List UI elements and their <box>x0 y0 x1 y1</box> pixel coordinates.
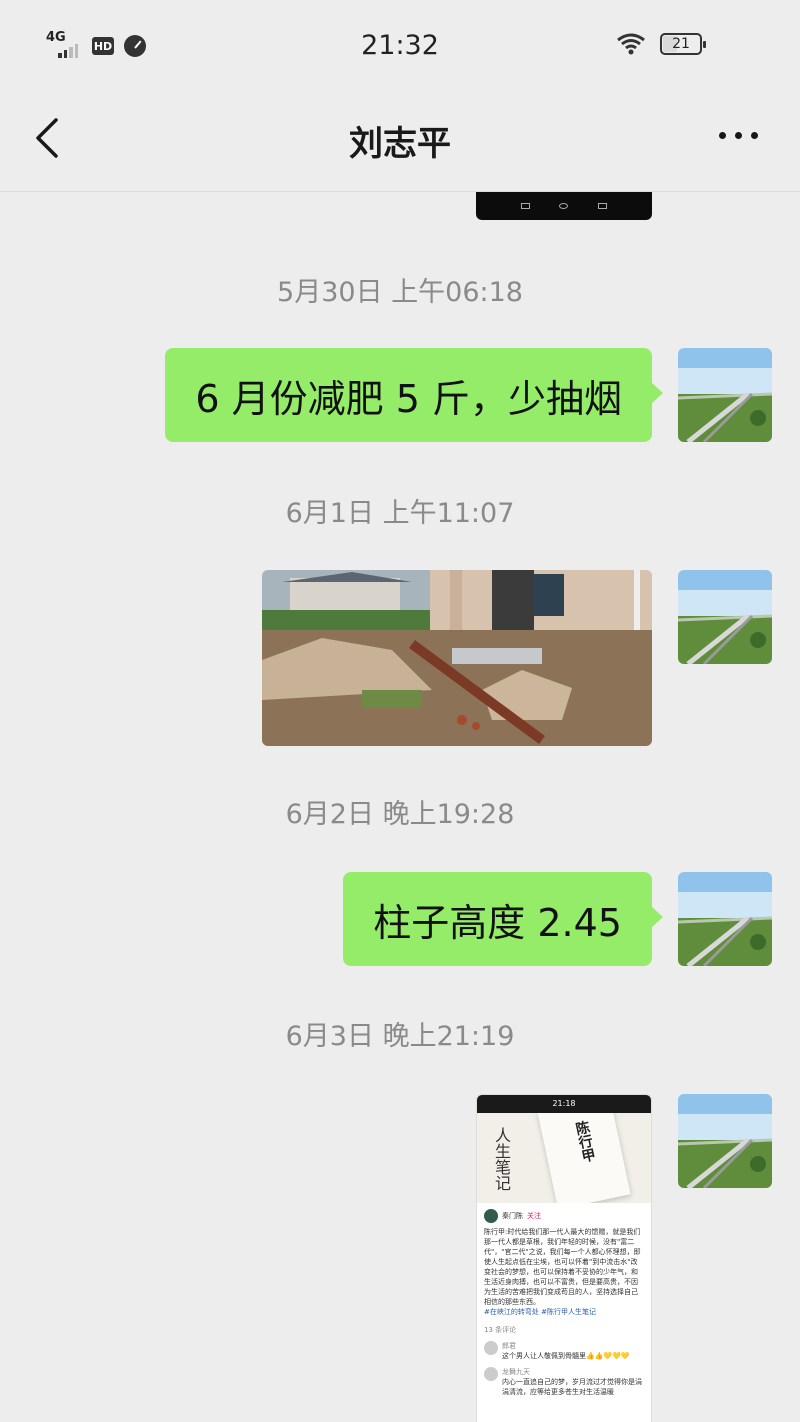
text-message-bubble[interactable]: 6 月份减肥 5 斤，少抽烟 <box>165 348 663 442</box>
avatar[interactable] <box>678 1094 772 1188</box>
image-message-construction[interactable] <box>262 570 652 746</box>
previous-image-message[interactable] <box>476 192 652 220</box>
image-message-screenshot[interactable]: 21:18 人生笔记 陈行甲 秦门陈 关注 陈行甲:时代给我们那一代人最大的馈赠… <box>476 1094 652 1422</box>
message-list[interactable]: 5月30日 上午06:18 6 月份减肥 5 斤，少抽烟 6月1日 上午11:0… <box>0 192 800 1422</box>
follow-label: 关注 <box>527 1212 541 1220</box>
more-dot-icon <box>719 132 726 139</box>
message-timestamp: 6月1日 上午11:07 <box>285 498 515 529</box>
status-bar: 4G HD 21:32 21 <box>0 0 800 90</box>
chat-header: 刘志平 <box>0 90 800 192</box>
comment-text: 内心一直追自己的梦，岁月流过才觉得你是涓涓清流，应等给更多苍生对生活温暖 <box>502 1378 642 1396</box>
comment-text: 这个男人让人敬佩到骨髓里👍👍💛💛💛 <box>502 1352 630 1360</box>
battery-icon: 21 <box>660 33 706 55</box>
screenshot-time: 21:18 <box>477 1095 651 1113</box>
avatar[interactable] <box>678 348 772 442</box>
more-dot-icon <box>751 132 758 139</box>
battery-level: 21 <box>672 36 690 52</box>
screenshot-banner: 人生笔记 陈行甲 <box>477 1113 651 1203</box>
comment-count: 13 条评论 <box>484 1326 517 1334</box>
comment-author: 郎君 <box>502 1342 516 1350</box>
message-timestamp: 6月2日 晚上19:28 <box>285 799 515 830</box>
screenshot-post: 秦门陈 关注 陈行甲:时代给我们那一代人最大的馈赠，就是我们那一代人都是草根，我… <box>477 1203 651 1403</box>
screenshot-cover-title: 陈行甲 <box>572 1119 597 1164</box>
more-options-button[interactable] <box>719 132 758 139</box>
comment-item: 郎君 这个男人让人敬佩到骨髓里👍👍💛💛💛 <box>484 1341 644 1361</box>
status-right-icons: 21 <box>616 33 706 55</box>
comment-item: 龙舞九天 内心一直追自己的梦，岁月流过才觉得你是涓涓清流，应等给更多苍生对生活温… <box>484 1367 644 1397</box>
page-title: 刘志平 <box>349 124 451 164</box>
post-tags: #在峡江的转弯处 #陈行甲人生笔记 <box>484 1308 596 1316</box>
message-timestamp: 5月30日 上午06:18 <box>277 277 523 308</box>
post-body: 陈行甲:时代给我们那一代人最大的馈赠，就是我们那一代人都是草根，我们年轻的时候，… <box>484 1228 641 1306</box>
book-cover: 陈行甲 <box>537 1113 631 1203</box>
post-author: 秦门陈 <box>502 1212 523 1220</box>
avatar[interactable] <box>678 872 772 966</box>
author-avatar <box>484 1209 498 1223</box>
wifi-icon <box>617 33 645 55</box>
text-message-bubble[interactable]: 柱子高度 2.45 <box>343 872 663 966</box>
comment-author: 龙舞九天 <box>502 1368 530 1376</box>
message-timestamp: 6月3日 晚上21:19 <box>285 1021 515 1052</box>
avatar[interactable] <box>678 570 772 664</box>
more-dot-icon <box>735 132 742 139</box>
screenshot-cover-subtitle: 人生笔记 <box>492 1127 511 1191</box>
